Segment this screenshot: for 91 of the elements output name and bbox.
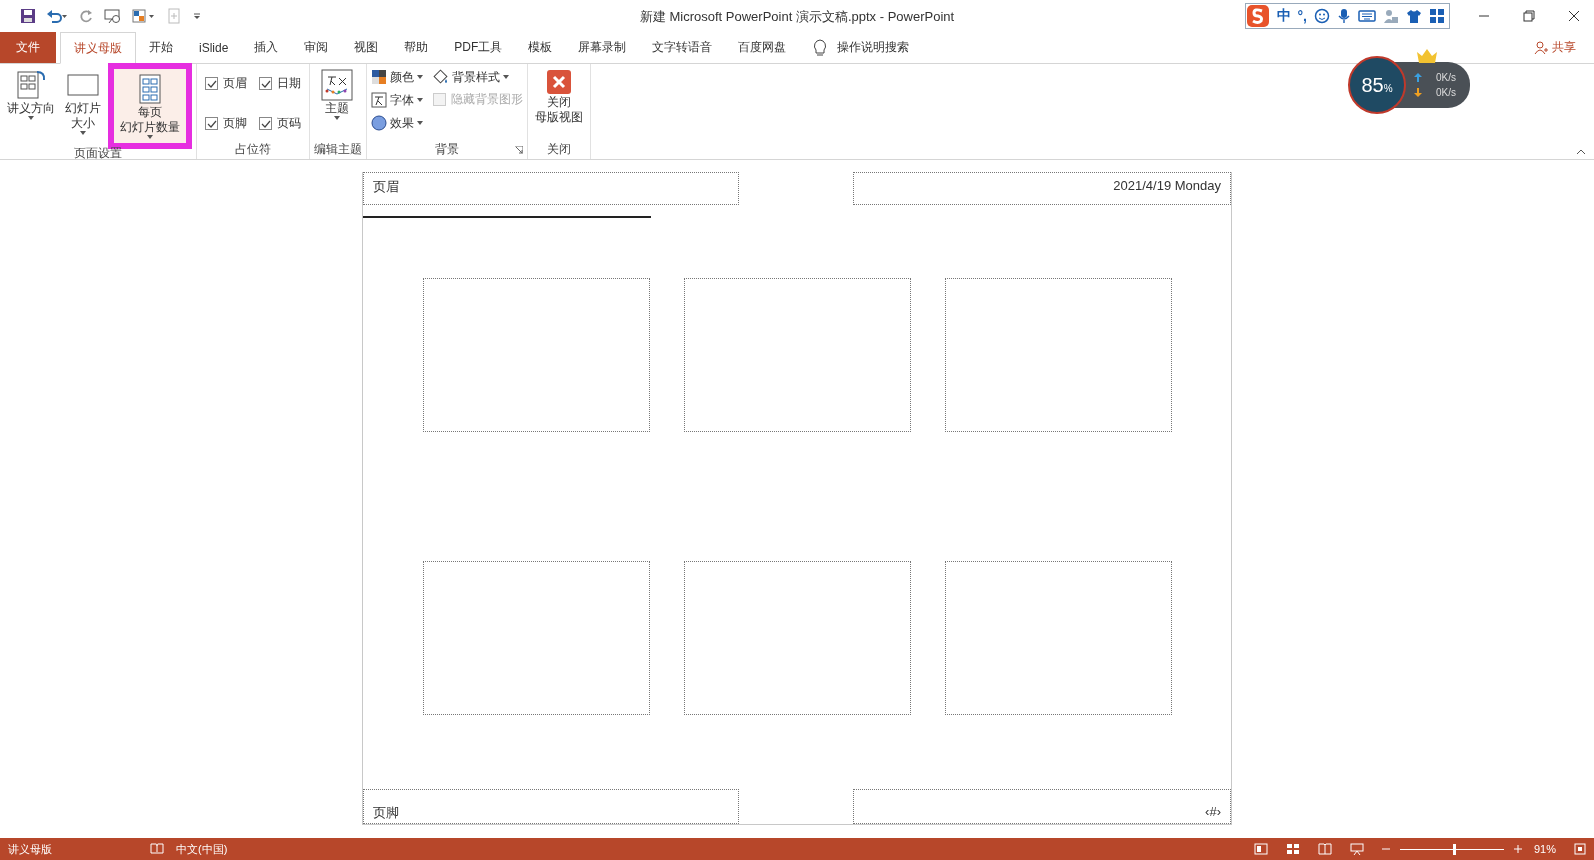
checkbox-box[interactable] [259, 117, 272, 130]
dropdown-button[interactable]: 背景样式 [433, 68, 523, 86]
slides-grid-icon [138, 73, 162, 105]
dialog-launcher-icon[interactable] [515, 146, 523, 154]
window-title: 新建 Microsoft PowerPoint 演示文稿.pptx - PowerPoint [639, 8, 955, 26]
ribbon-tab[interactable]: 插入 [241, 32, 292, 63]
shirt-icon[interactable] [1406, 8, 1422, 24]
slide-sorter-icon[interactable] [1285, 843, 1300, 855]
file-tab[interactable]: 文件 [0, 32, 56, 63]
download-arrow-icon [1414, 88, 1422, 97]
tell-me-search[interactable]: 操作说明搜索 [827, 32, 910, 63]
grid-icon[interactable] [1429, 8, 1445, 24]
crown-icon [1416, 48, 1438, 64]
upload-speed: 0K/s [1436, 72, 1456, 83]
dropdown-icon [417, 121, 423, 125]
group-label: 编辑主题 [314, 141, 362, 158]
memory-dial[interactable]: 85% [1348, 56, 1406, 114]
checkbox[interactable]: 页脚 [205, 115, 247, 132]
person-add-icon [1534, 40, 1548, 55]
share-button[interactable]: 共享 [1534, 32, 1594, 63]
collapse-ribbon-icon[interactable] [1576, 149, 1586, 155]
sogou-logo-icon[interactable] [1245, 4, 1270, 28]
orientation-icon [15, 69, 47, 101]
checkbox-box[interactable] [205, 77, 218, 90]
dropdown-icon [334, 116, 340, 120]
checkbox[interactable]: 页码 [259, 115, 301, 132]
lightbulb-icon [813, 38, 828, 57]
ribbon-tab[interactable]: 审阅 [291, 32, 342, 63]
ribbon-tab[interactable]: iSlide [186, 32, 242, 63]
fit-to-window-icon[interactable] [1574, 843, 1586, 855]
ime-mode[interactable]: 中 [1276, 7, 1291, 25]
save-icon[interactable] [20, 8, 36, 24]
checkbox-box[interactable] [259, 77, 272, 90]
keyboard-icon[interactable] [1358, 9, 1376, 23]
checkbox[interactable]: 页眉 [205, 75, 247, 92]
ribbon-tab[interactable]: 文字转语音 [639, 32, 726, 63]
dropdown-button[interactable]: 字体 [371, 91, 423, 109]
slideshow-icon[interactable] [1349, 843, 1364, 855]
fonts-icon [371, 92, 387, 108]
dropdown-icon [80, 131, 86, 135]
normal-view-icon[interactable] [1253, 843, 1268, 855]
ribbon-tab[interactable]: 百度网盘 [725, 32, 800, 63]
language-label[interactable]: 中文(中国) [176, 841, 228, 857]
header-placeholder[interactable]: 页眉 [363, 172, 739, 205]
smiley-icon[interactable] [1314, 8, 1330, 24]
dropdown-icon [28, 116, 34, 120]
dropdown-button[interactable]: 效果 [371, 114, 423, 132]
close-icon[interactable] [1568, 10, 1580, 22]
dropdown-button[interactable]: 颜色 [371, 68, 423, 86]
close-icon [546, 69, 572, 95]
dropdown-icon [503, 75, 509, 79]
zoom-in-icon[interactable] [1513, 845, 1522, 853]
ribbon-tab[interactable]: 帮助 [391, 32, 442, 63]
view-mode-label: 讲义母版 [8, 841, 52, 857]
theme-button[interactable]: 主题 [314, 67, 360, 122]
layout-icon[interactable] [132, 8, 156, 24]
close-master-view-button[interactable]: 关闭 母版视图 [532, 67, 586, 127]
colors-icon [371, 69, 387, 85]
group-label: 占位符 [234, 141, 272, 158]
group-label: 页面设置 [73, 145, 123, 162]
ribbon-button[interactable]: 讲义方向 [4, 67, 58, 122]
ribbon-tab[interactable]: 开始 [136, 32, 186, 63]
undo-icon[interactable] [46, 8, 68, 24]
dropdown-icon [417, 75, 423, 79]
footer-placeholder[interactable]: 页脚 [363, 789, 739, 824]
zoom-level[interactable]: 91% [1533, 843, 1556, 855]
ime-punctuation[interactable]: °, [1297, 8, 1307, 24]
dropdown-icon [417, 98, 423, 102]
ribbon-tab[interactable]: 视图 [341, 32, 392, 63]
page-number-placeholder[interactable]: ‹#› [853, 789, 1231, 824]
zoom-slider-thumb[interactable] [1453, 843, 1457, 855]
restore-icon[interactable] [1523, 10, 1535, 22]
effects-icon [371, 115, 387, 131]
group-label: 关闭 [546, 141, 572, 158]
reading-view-icon[interactable] [1317, 843, 1332, 855]
ribbon-tab[interactable]: PDF工具 [441, 32, 516, 63]
checkbox[interactable]: 日期 [259, 75, 301, 92]
ribbon-tab[interactable]: 屏幕录制 [565, 32, 640, 63]
download-speed: 0K/s [1436, 87, 1456, 98]
group-label: 背景 [435, 142, 459, 156]
redo-icon[interactable] [78, 8, 94, 24]
date-placeholder[interactable]: 2021/4/19 Monday [853, 172, 1231, 205]
dropdown-icon [147, 135, 153, 139]
upload-arrow-icon [1414, 73, 1422, 82]
theme-icon [321, 69, 353, 101]
checkbox-box[interactable] [205, 117, 218, 130]
ribbon-tab[interactable]: 讲义母版 [60, 32, 136, 64]
ribbon-tab[interactable]: 模板 [515, 32, 566, 63]
microphone-icon[interactable] [1337, 8, 1351, 24]
ribbon-button[interactable]: 幻灯片 大小 [60, 67, 106, 137]
presentation-icon[interactable] [104, 8, 122, 24]
